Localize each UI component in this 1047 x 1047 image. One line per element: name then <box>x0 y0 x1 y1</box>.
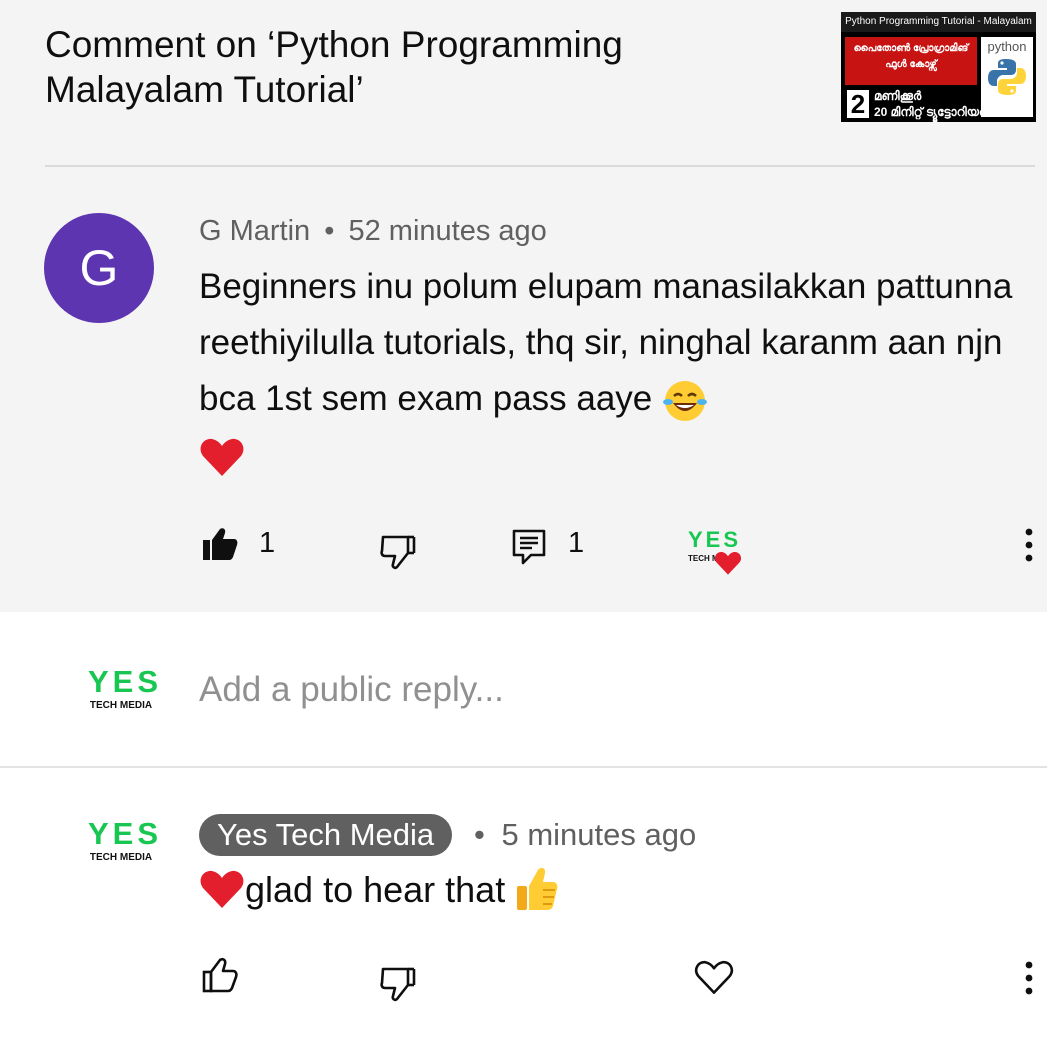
channel-avatar[interactable]: YES TECH MEDIA <box>88 664 163 722</box>
thumbnail-title-line2: ഫുൾ കോഴ്സ് <box>885 59 937 70</box>
red-heart-emoji-icon <box>200 438 244 476</box>
channel-logo-word: YES <box>88 816 163 851</box>
like-button[interactable] <box>201 526 239 562</box>
like-icon <box>202 957 238 993</box>
thumbnail-duration-line1: മണിക്കൂർ <box>874 89 922 103</box>
thumbnail-python-word: python <box>987 39 1027 54</box>
python-logo-icon <box>988 59 1026 95</box>
meta-separator: • <box>324 215 335 247</box>
comment-text-block: Beginners inu polum elupam manasilakkan … <box>199 259 1039 483</box>
reply-divider <box>0 766 1047 768</box>
reply-input[interactable]: Add a public reply... <box>199 670 504 710</box>
reply-text: glad to hear that <box>245 869 506 910</box>
comment-text: Beginners inu polum elupam manasilakkan … <box>199 267 1013 418</box>
reply-text-block: glad to hear that <box>199 866 559 914</box>
heart-emoji-icon <box>200 870 244 908</box>
tears-of-joy-emoji-icon <box>663 380 708 421</box>
thumbs-up-filled-icon <box>203 528 238 560</box>
reply-button[interactable] <box>511 528 547 566</box>
dislike-button[interactable] <box>380 534 416 570</box>
reply-icon <box>512 529 546 565</box>
more-vert-icon <box>1025 961 1033 995</box>
small-red-heart-icon <box>714 552 742 575</box>
reply-like-button[interactable] <box>201 957 239 993</box>
thumbnail-duration-line2: 20 മിനിറ്റ് ട്യൂട്ടോറിയൽ <box>874 105 993 119</box>
comment-time: 52 minutes ago <box>348 215 547 247</box>
reply-time: 5 minutes ago <box>501 817 697 852</box>
creator-logo-word: YES <box>688 527 742 552</box>
page-title: Comment on ‘Python Programming Malayalam… <box>45 24 623 110</box>
thumbs-down-icon <box>380 535 416 570</box>
comment-more-button[interactable] <box>1018 526 1040 566</box>
thumbnail-caption: Python Programming Tutorial - Malayalam <box>841 12 1036 32</box>
comment-meta: G Martin • 52 minutes ago <box>199 215 547 248</box>
reply-dislike-button[interactable] <box>380 966 416 1002</box>
video-thumbnail[interactable]: Python Programming Tutorial - Malayalam … <box>841 12 1036 122</box>
creator-heart[interactable]: YES TECH MEDIA <box>684 528 746 576</box>
creator-heart-icon: YES TECH MEDIA <box>684 528 746 576</box>
heart-outline-icon <box>694 960 734 994</box>
avatar[interactable]: G <box>44 213 154 323</box>
channel-logo-word: YES <box>88 664 163 699</box>
dislike-icon <box>380 967 416 1002</box>
comment-author[interactable]: G Martin <box>199 215 310 247</box>
reply-meta: • 5 minutes ago <box>474 817 696 853</box>
like-count: 1 <box>259 527 276 559</box>
reply-author-badge[interactable]: Yes Tech Media <box>199 814 453 856</box>
thumbnail-duration-text: മണിക്കൂർ 20 മിനിറ്റ് ട്യൂട്ടോറിയൽ <box>874 88 992 120</box>
thumbnail-hours-number: 2 <box>847 90 869 118</box>
channel-logo-sub: TECH MEDIA <box>89 852 153 863</box>
reply-author-avatar[interactable]: YES TECH MEDIA <box>88 816 163 874</box>
more-vert-icon <box>1025 528 1033 562</box>
thumbnail-title-block: പൈതോൺ പ്രോഗ്രാമിങ് ഫുൾ കോഴ്സ് <box>845 37 977 85</box>
reply-heart-button[interactable] <box>694 958 734 996</box>
reply-more-button[interactable] <box>1018 959 1040 999</box>
thumbnail-title-line1: പൈതോൺ പ്രോഗ്രാമിങ് <box>853 43 969 54</box>
reply-count: 1 <box>568 527 585 559</box>
channel-logo-sub: TECH MEDIA <box>89 700 153 711</box>
thumbs-up-emoji-icon <box>517 867 558 910</box>
meta-separator: • <box>474 817 485 852</box>
